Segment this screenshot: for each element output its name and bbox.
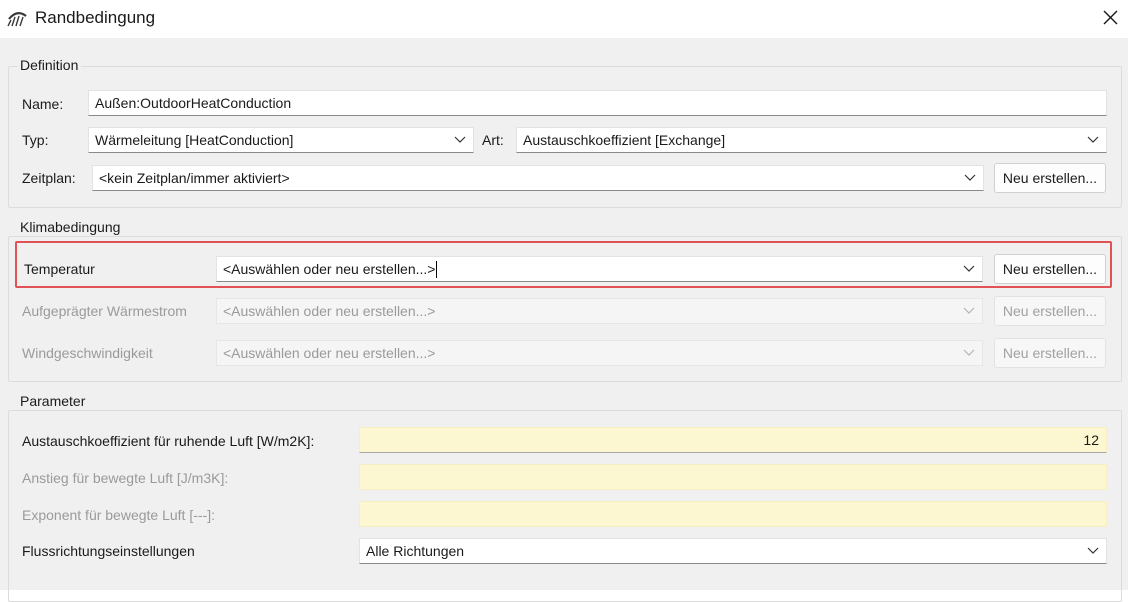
chevron-down-icon: [1087, 136, 1099, 143]
name-value: Außen:OutdoorHeatConduction: [95, 95, 292, 111]
kind-value: Austauschkoeffizient [Exchange]: [523, 132, 726, 148]
temperature-new-button[interactable]: Neu erstellen...: [994, 254, 1106, 284]
definition-legend: Definition: [17, 57, 82, 73]
schedule-value: <kein Zeitplan/immer aktiviert>: [99, 170, 290, 186]
wind-speed-new-button[interactable]: Neu erstellen...: [994, 338, 1106, 368]
close-button[interactable]: [1092, 0, 1128, 36]
boundary-condition-icon: [7, 12, 27, 27]
parameter-legend: Parameter: [17, 393, 89, 409]
flow-direction-value: Alle Richtungen: [366, 543, 465, 559]
schedule-dropdown[interactable]: <kein Zeitplan/immer aktiviert>: [92, 165, 984, 191]
type-label: Typ:: [22, 132, 49, 148]
climate-legend: Klimabedingung: [17, 219, 124, 235]
heat-flux-dropdown[interactable]: <Auswählen oder neu erstellen...>: [216, 298, 983, 324]
slope-label: Anstieg für bewegte Luft [J/m3K]:: [22, 470, 229, 486]
chevron-down-icon: [454, 136, 466, 143]
title-bar: Randbedingung: [0, 0, 1128, 38]
close-icon[interactable]: [1092, 0, 1128, 36]
exchange-coefficient-label: Austauschkoeffizient für ruhende Luft [W…: [22, 433, 315, 449]
kind-label: Art:: [482, 132, 504, 148]
chevron-down-icon: [1087, 547, 1099, 554]
heat-flux-label: Aufgeprägter Wärmestrom: [22, 303, 187, 319]
schedule-label: Zeitplan:: [22, 170, 76, 186]
heat-flux-value: <Auswählen oder neu erstellen...>: [223, 303, 436, 319]
type-dropdown[interactable]: Wärmeleitung [HeatConduction]: [88, 127, 474, 153]
heat-flux-new-button[interactable]: Neu erstellen...: [994, 296, 1106, 326]
text-cursor: [436, 261, 437, 278]
temperature-value: <Auswählen oder neu erstellen...>: [223, 261, 436, 277]
kind-dropdown[interactable]: Austauschkoeffizient [Exchange]: [516, 127, 1107, 153]
exchange-coefficient-input[interactable]: 12: [359, 427, 1107, 453]
chevron-down-icon: [963, 307, 975, 314]
wind-speed-label: Windgeschwindigkeit: [22, 345, 153, 361]
name-label: Name:: [22, 96, 64, 112]
chevron-down-icon: [963, 349, 975, 356]
wind-speed-dropdown[interactable]: <Auswählen oder neu erstellen...>: [216, 340, 983, 366]
chevron-down-icon: [963, 265, 975, 272]
schedule-new-button[interactable]: Neu erstellen...: [994, 163, 1106, 193]
temperature-label: Temperatur: [24, 261, 95, 277]
flow-direction-dropdown[interactable]: Alle Richtungen: [359, 538, 1107, 564]
window-title: Randbedingung: [35, 8, 156, 27]
slope-input[interactable]: [359, 464, 1107, 490]
name-field[interactable]: Außen:OutdoorHeatConduction: [88, 90, 1107, 116]
temperature-dropdown[interactable]: <Auswählen oder neu erstellen...>: [216, 256, 983, 282]
chevron-down-icon: [964, 174, 976, 181]
exchange-coefficient-value: 12: [1083, 432, 1099, 448]
wind-speed-value: <Auswählen oder neu erstellen...>: [223, 345, 436, 361]
type-value: Wärmeleitung [HeatConduction]: [95, 132, 294, 148]
exponent-input[interactable]: [359, 501, 1107, 527]
exponent-label: Exponent für bewegte Luft [---]:: [22, 507, 215, 523]
flow-direction-label: Flussrichtungseinstellungen: [22, 543, 195, 559]
